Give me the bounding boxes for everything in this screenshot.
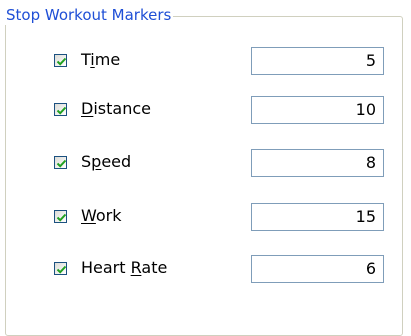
work-value-field[interactable]: 15	[251, 203, 384, 231]
checkmark-icon	[56, 159, 67, 168]
work-label[interactable]: Work	[81, 206, 122, 226]
marker-row-distance: Distance 10	[0, 96, 411, 124]
group-title: Stop Workout Markers	[5, 5, 174, 25]
speed-checkbox[interactable]	[54, 156, 67, 169]
marker-row-work: Work 15	[0, 203, 411, 231]
distance-checkbox[interactable]	[54, 103, 67, 116]
work-checkbox[interactable]	[54, 210, 67, 223]
checkmark-icon	[56, 265, 67, 274]
speed-label[interactable]: Speed	[81, 152, 131, 172]
time-value-field[interactable]: 5	[251, 47, 384, 75]
marker-row-speed: Speed 8	[0, 149, 411, 177]
speed-value-field[interactable]: 8	[251, 149, 384, 177]
time-label[interactable]: Time	[81, 50, 120, 70]
heart-rate-value-field[interactable]: 6	[251, 255, 384, 283]
distance-label[interactable]: Distance	[81, 99, 151, 119]
checkmark-icon	[56, 213, 67, 222]
heart-rate-label[interactable]: Heart Rate	[81, 258, 167, 278]
marker-row-time: Time 5	[0, 47, 411, 75]
distance-value-field[interactable]: 10	[251, 96, 384, 124]
marker-row-heart-rate: Heart Rate 6	[0, 255, 411, 283]
heart-rate-checkbox[interactable]	[54, 262, 67, 275]
checkmark-icon	[56, 57, 67, 66]
time-checkbox[interactable]	[54, 54, 67, 67]
checkmark-icon	[56, 106, 67, 115]
